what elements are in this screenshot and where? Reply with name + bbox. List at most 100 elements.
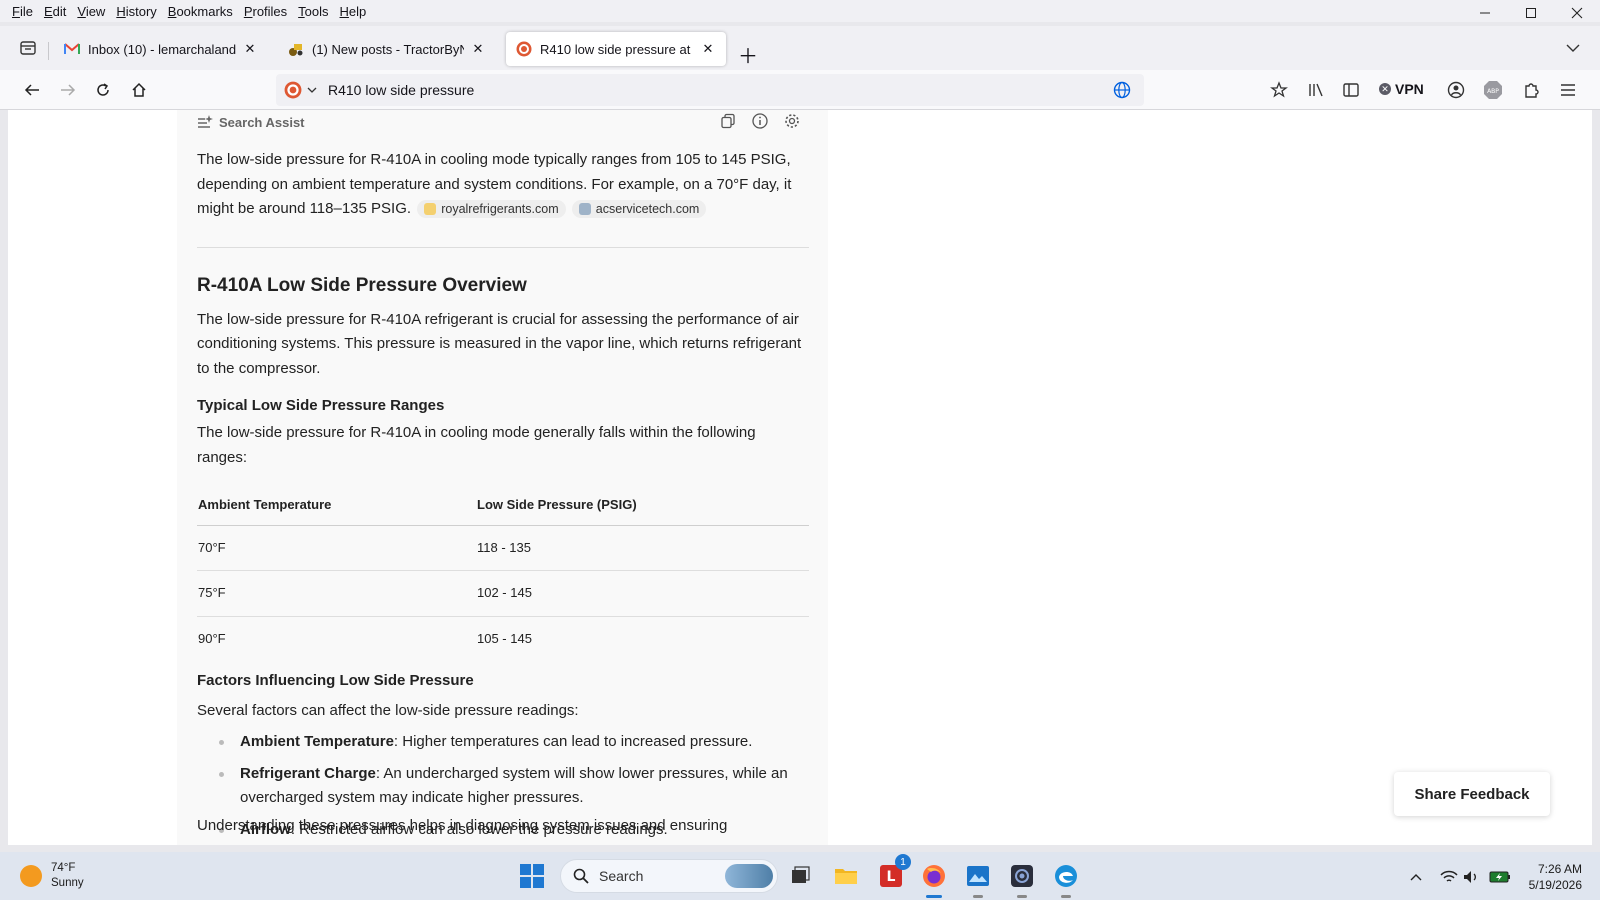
source-label: royalrefrigerants.com	[441, 202, 559, 217]
table-cell: 75°F	[197, 570, 476, 617]
copy-icon	[721, 113, 735, 129]
open-app-indicator	[1017, 895, 1027, 898]
menu-help[interactable]: Help	[340, 4, 367, 19]
source-chip-royalrefrigerants[interactable]: royalrefrigerants.com	[417, 200, 566, 219]
show-hidden-icons-button[interactable]	[1407, 868, 1425, 886]
factors-heading: Factors Influencing Low Side Pressure	[197, 672, 474, 689]
lastpass-app-button[interactable]: L 1	[875, 854, 911, 892]
list-all-tabs-button[interactable]	[1566, 40, 1580, 56]
weather-temp: 74°F	[51, 862, 76, 874]
menu-view[interactable]: View	[77, 4, 105, 19]
sun-icon	[20, 865, 42, 887]
firefox-view-button[interactable]	[18, 38, 38, 58]
share-feedback-button[interactable]: Share Feedback	[1394, 772, 1550, 816]
truncated-paragraph: Understanding these pressures helps in d…	[197, 817, 728, 834]
close-tab-icon[interactable]: ✕	[242, 41, 258, 57]
account-button[interactable]	[1445, 79, 1467, 101]
vpn-button[interactable]: ✕ VPN	[1379, 81, 1424, 97]
task-view-button[interactable]	[784, 860, 816, 892]
tab-title: Inbox (10) - lemarchaland@gma	[88, 41, 236, 57]
table-cell: 90°F	[198, 630, 226, 646]
forward-button[interactable]	[56, 78, 80, 102]
tab-separator	[48, 42, 49, 60]
tab-tractorbynet[interactable]: (1) New posts - TractorByNet ✕	[278, 32, 496, 66]
edge-app-button[interactable]	[1050, 860, 1082, 898]
volume-status[interactable]	[1462, 868, 1480, 886]
duckduckgo-icon	[516, 41, 532, 57]
table-cell: 70°F	[197, 525, 476, 571]
maximize-button[interactable]	[1508, 0, 1554, 26]
svg-text:L: L	[887, 869, 896, 885]
address-input[interactable]: R410 low side pressure	[328, 82, 1110, 98]
firefox-app-button[interactable]	[918, 860, 950, 898]
windows-logo-icon	[520, 864, 531, 875]
navigation-toolbar: R410 low side pressure ✕ VPN ABP	[0, 70, 1600, 110]
tab-gmail[interactable]: Inbox (10) - lemarchaland@gma ✕	[54, 32, 268, 66]
taskbar-search[interactable]: Search	[560, 859, 778, 893]
table-header-row: Ambient Temperature Low Side Pressure (P…	[197, 487, 809, 526]
menu-history[interactable]: History	[116, 4, 156, 19]
camera-app-button[interactable]	[1006, 860, 1038, 898]
column-header-ambient-temperature: Ambient Temperature	[197, 487, 476, 526]
reload-button[interactable]	[91, 78, 115, 102]
weather-widget[interactable]: 74°F Sunny	[20, 861, 84, 891]
wifi-status[interactable]	[1440, 868, 1458, 886]
chevron-down-icon	[307, 87, 317, 93]
file-explorer-button[interactable]	[830, 860, 862, 892]
maximize-icon	[1526, 8, 1536, 18]
close-tab-icon[interactable]: ✕	[470, 41, 486, 57]
clock-time: 7:26 AM	[1537, 862, 1582, 876]
address-bar[interactable]: R410 low side pressure	[276, 74, 1144, 106]
translate-button[interactable]	[1110, 81, 1134, 99]
search-assist-panel: Search Assist The low-side pressure for …	[177, 110, 828, 845]
menu-file[interactable]: File	[12, 4, 33, 19]
library-icon	[1309, 83, 1323, 97]
system-clock[interactable]: 7:26 AM 5/19/2026	[1529, 861, 1582, 893]
new-tab-button[interactable]: ＋	[738, 40, 758, 69]
search-engine-selector[interactable]	[284, 78, 322, 102]
extensions-button[interactable]	[1520, 79, 1542, 101]
copy-button[interactable]	[718, 111, 738, 131]
photos-app-button[interactable]	[962, 860, 994, 898]
tab-bar: Inbox (10) - lemarchaland@gma ✕ (1) New …	[0, 26, 1600, 70]
close-tab-icon[interactable]: ✕	[700, 41, 716, 57]
windows-logo-icon	[533, 877, 544, 888]
source-chip-acservicetech[interactable]: acservicetech.com	[571, 200, 707, 219]
battery-status[interactable]	[1488, 868, 1512, 886]
arrow-left-icon	[24, 84, 39, 96]
factor-term: Refrigerant Charge	[240, 764, 376, 782]
info-button[interactable]	[750, 111, 770, 131]
vpn-status-icon: ✕	[1379, 83, 1391, 95]
arrow-right-icon	[61, 84, 76, 96]
back-button[interactable]	[20, 78, 44, 102]
tab-duckduckgo[interactable]: R410 low side pressure at Duck ✕	[506, 32, 726, 66]
table-row: 70°F 118 - 135	[197, 525, 809, 571]
menu-bar: File Edit View History Bookmarks Profile…	[0, 0, 1600, 22]
minimize-button[interactable]	[1462, 0, 1508, 26]
bookmark-star-button[interactable]	[1268, 79, 1290, 101]
menu-tools[interactable]: Tools	[298, 4, 328, 19]
list-item: Refrigerant Charge: An undercharged syst…	[219, 762, 809, 810]
close-window-button[interactable]	[1554, 0, 1600, 26]
search-assist-icon	[198, 115, 213, 128]
app-menu-button[interactable]	[1557, 79, 1579, 101]
info-icon	[752, 113, 768, 129]
section-divider	[197, 246, 809, 248]
start-button[interactable]	[520, 864, 544, 888]
library-button[interactable]	[1305, 79, 1327, 101]
wifi-icon	[1440, 870, 1458, 882]
menu-profiles[interactable]: Profiles	[244, 4, 287, 19]
home-button[interactable]	[127, 78, 151, 102]
site-favicon-icon	[424, 203, 437, 216]
assist-intro: The low-side pressure for R-410A in cool…	[197, 148, 809, 222]
table-row: 90°F 105 - 145	[197, 616, 809, 661]
settings-button[interactable]	[782, 111, 802, 131]
menu-edit[interactable]: Edit	[44, 4, 66, 19]
tab-title: R410 low side pressure at Duck	[540, 41, 694, 57]
menu-bookmarks[interactable]: Bookmarks	[168, 4, 233, 19]
translate-icon	[1113, 81, 1131, 99]
sidebar-button[interactable]	[1340, 79, 1362, 101]
edge-icon	[1055, 865, 1077, 887]
gmail-icon	[64, 41, 80, 57]
adblock-extension-button[interactable]: ABP	[1482, 79, 1504, 101]
